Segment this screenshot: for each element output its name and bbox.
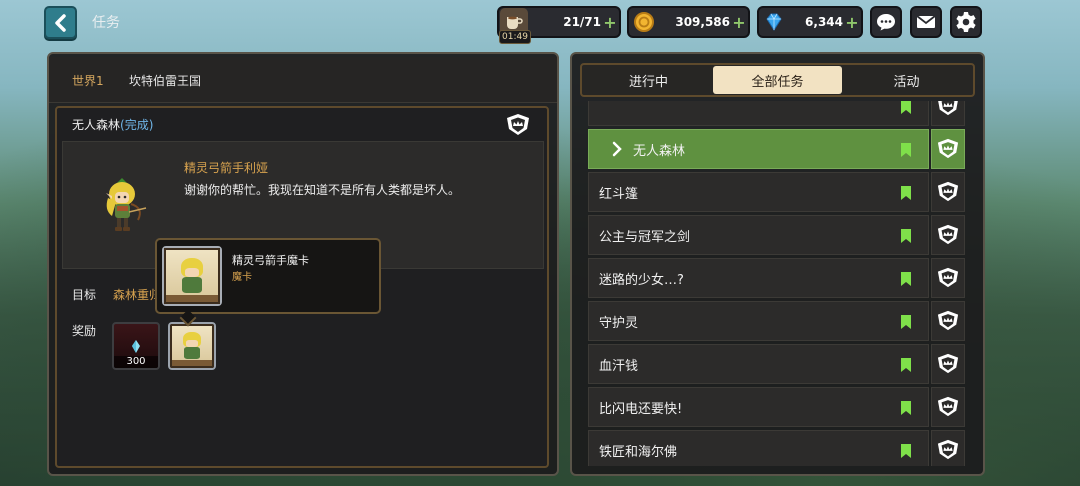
npc-dialog-text: 谢谢你的帮忙。我现在知道不是所有人类都是坏人。 (184, 183, 461, 197)
quest-crest-cell (931, 129, 965, 169)
crest-icon (937, 138, 959, 159)
tooltip-subtitle: 魔卡 (232, 272, 252, 283)
quest-crest-cell (931, 387, 965, 427)
quest-row-label: 公主与冠军之剑 (599, 229, 691, 245)
back-button[interactable] (44, 6, 77, 39)
npc-name: 精灵弓箭手利娅 (184, 161, 269, 175)
bookmark-icon (901, 358, 911, 372)
gem-counter: 6,344 + (757, 6, 863, 38)
reward-gem-qty: 300 (114, 356, 158, 368)
crest-icon (937, 224, 959, 245)
chevron-right-icon (612, 141, 622, 157)
crest-icon (937, 267, 959, 288)
back-arrow-icon (54, 13, 66, 32)
card-portrait-icon (170, 324, 214, 368)
quest-row[interactable]: 迷路的少女…? (588, 258, 929, 298)
gear-icon (956, 12, 976, 32)
crest-icon (937, 181, 959, 202)
bookmark-icon (901, 186, 911, 200)
quest-row-label: 无人森林 (633, 143, 686, 159)
breadcrumb-region: 坎特伯雷王国 (129, 74, 202, 88)
bookmark-icon (901, 272, 911, 286)
gem-value: 6,344 (805, 15, 843, 29)
gold-counter: 309,586 + (627, 6, 750, 38)
quest-row-label: 比闪电还要快! (599, 401, 683, 417)
bookmark-icon (901, 101, 911, 114)
quest-title: 无人森林(完成) (72, 116, 153, 133)
quest-row-label: 迷路的少女…? (599, 272, 684, 288)
quest-row[interactable]: 血汗钱 (588, 344, 929, 384)
quest-crest-cell (931, 301, 965, 341)
crest-icon (937, 396, 959, 417)
quest-crest-cell (931, 101, 965, 126)
npc-elf-archer-sprite (98, 176, 154, 234)
crest-icon (937, 353, 959, 374)
mail-button[interactable] (910, 6, 942, 38)
quest-tabs: 进行中 全部任务 活动 (580, 63, 975, 97)
goal-value: 森林重归 (113, 288, 162, 302)
settings-button[interactable] (950, 6, 982, 38)
breadcrumb-world: 世界1 (72, 74, 104, 88)
quest-row[interactable]: 铁匠和海尔佛 (588, 430, 929, 466)
quest-row-label: 红斗篷 (599, 186, 639, 202)
bookmark-icon (901, 143, 911, 157)
diamond-icon (760, 8, 788, 36)
tab-events[interactable]: 活动 (842, 66, 971, 94)
crest-icon (937, 439, 959, 460)
stamina-value: 21/71 (563, 15, 601, 29)
crest-icon (937, 310, 959, 331)
chat-button[interactable] (870, 6, 902, 38)
add-gold-button[interactable]: + (730, 13, 748, 32)
coin-icon (630, 8, 658, 36)
add-stamina-button[interactable]: + (601, 13, 619, 32)
quest-list[interactable]: 无人森林 红斗篷 公主与冠军之剑 迷路的少女…? 守护灵 血汗钱 比闪电还要快!… (584, 101, 971, 466)
quest-status: (完成) (120, 118, 154, 132)
quest-crest-cell (931, 172, 965, 212)
stamina-timer: 01:49 (499, 30, 531, 44)
quest-crest-cell (931, 215, 965, 255)
quest-row[interactable]: 比闪电还要快! (588, 387, 929, 427)
reward-gem-slot[interactable]: 300 (112, 322, 160, 370)
crest-icon (938, 101, 958, 116)
quest-crest-cell (931, 430, 965, 466)
quest-crest-cell (931, 258, 965, 298)
crest-icon (504, 113, 532, 141)
bookmark-icon (901, 401, 911, 415)
tab-all-quests[interactable]: 全部任务 (713, 66, 842, 94)
mail-icon (916, 15, 936, 28)
quest-crest-cell (931, 344, 965, 384)
quest-row[interactable] (588, 101, 929, 126)
quest-name: 无人森林 (72, 118, 121, 132)
quest-row-label: 守护灵 (599, 315, 639, 331)
tooltip-card-image (162, 246, 222, 306)
reward-label: 奖励 (72, 324, 97, 338)
goal-label: 目标 (72, 288, 97, 302)
tooltip-title: 精灵弓箭手魔卡 (232, 254, 309, 267)
bookmark-icon (901, 444, 911, 458)
bookmark-icon (901, 229, 911, 243)
reward-card-slot[interactable] (168, 322, 216, 370)
bookmark-icon (901, 315, 911, 329)
quest-row[interactable]: 红斗篷 (588, 172, 929, 212)
quest-row-label: 铁匠和海尔佛 (599, 444, 678, 460)
tab-in-progress[interactable]: 进行中 (584, 66, 713, 94)
quest-row[interactable]: 公主与冠军之剑 (588, 215, 929, 255)
page-title: 任务 (92, 15, 120, 31)
quest-row-label: 血汗钱 (599, 358, 639, 374)
gold-value: 309,586 (675, 15, 730, 29)
breadcrumb (49, 57, 557, 103)
quest-row[interactable]: 守护灵 (588, 301, 929, 341)
quest-row-active[interactable]: 无人森林 (588, 129, 929, 169)
add-gem-button[interactable]: + (843, 13, 861, 32)
chat-icon (877, 14, 895, 31)
